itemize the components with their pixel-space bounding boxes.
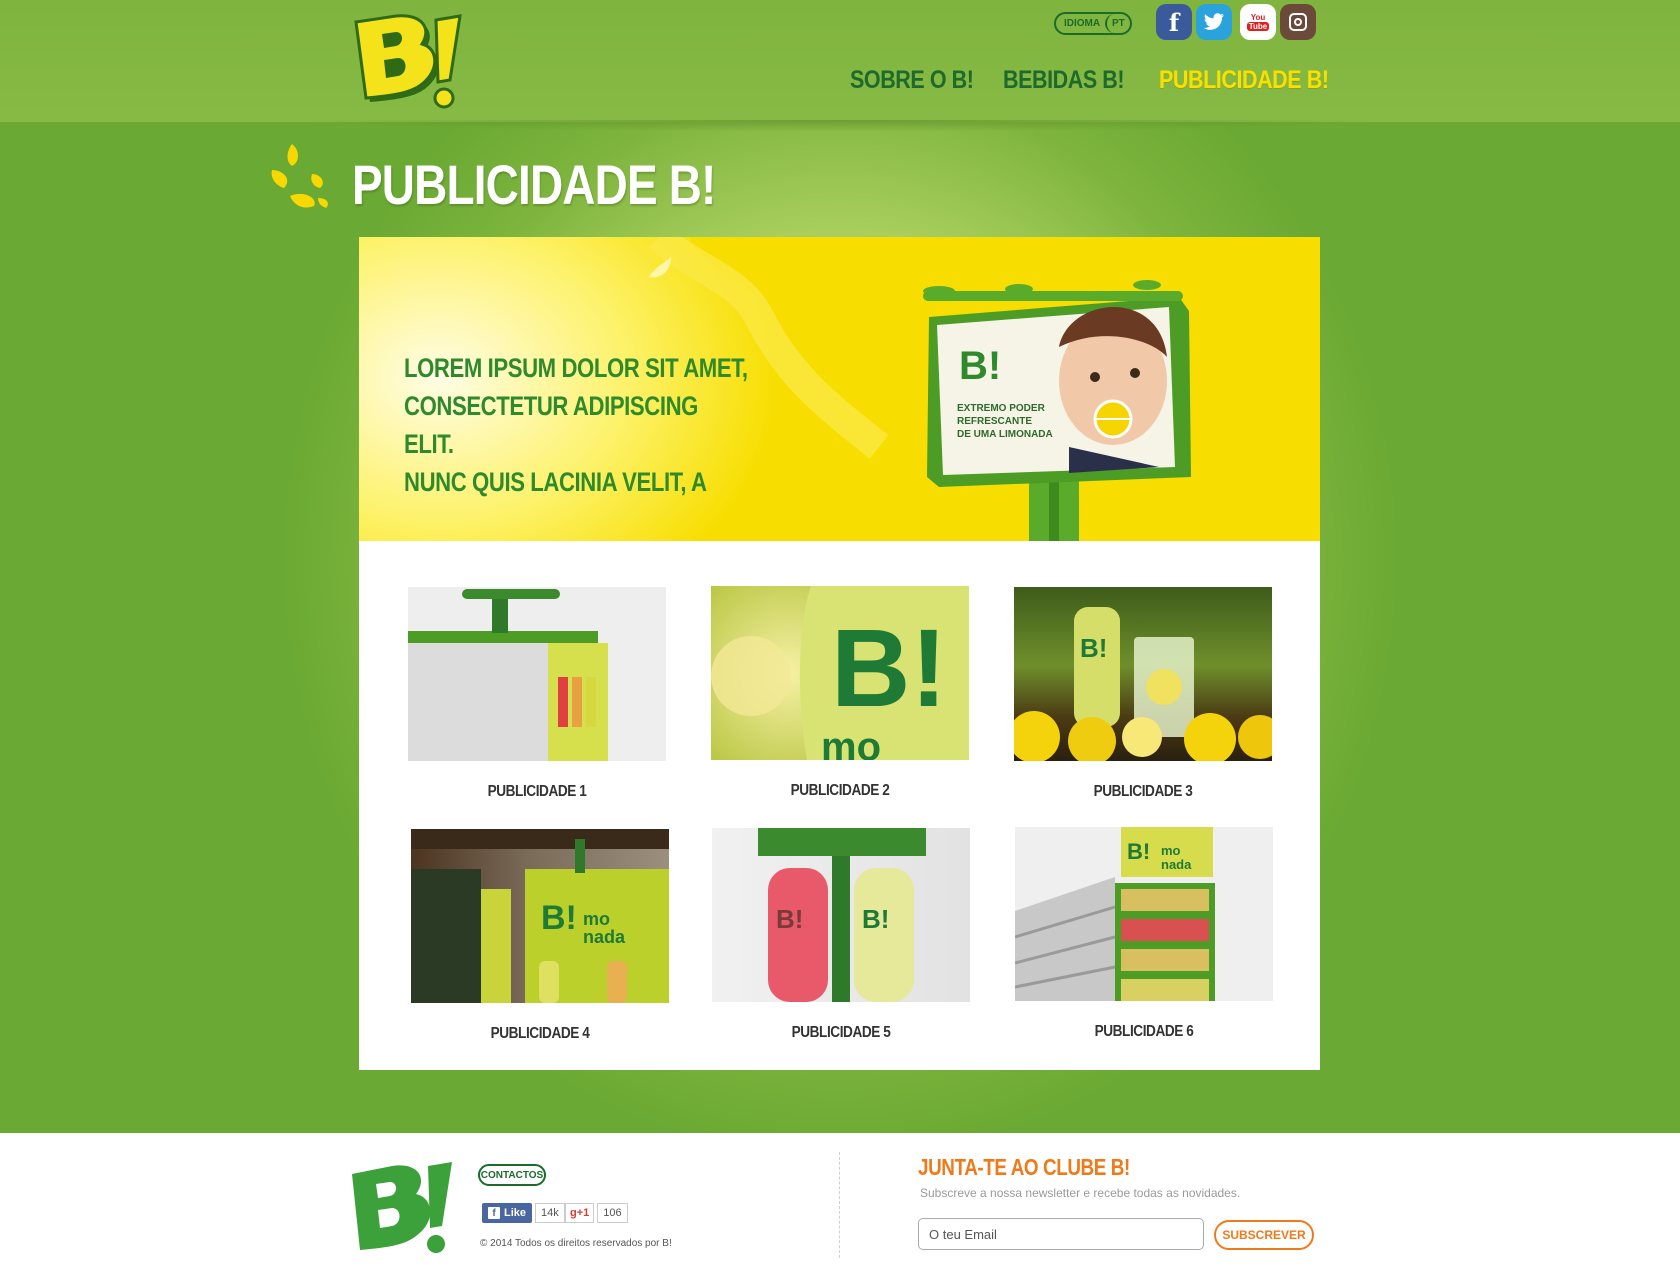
billboard-illustration: B! EXTREMO PODER REFRESCANTE DE UMA LIMO… [923, 280, 1191, 541]
banner-headline: LOREM IPSUM DOLOR SIT AMET, CONSECTETUR … [404, 349, 748, 501]
footer [0, 1133, 1680, 1271]
google-plus-widget[interactable]: g +1 106 [565, 1203, 628, 1223]
header-shadow [300, 120, 1380, 132]
instagram-camera [1289, 13, 1307, 31]
hero-banner: LOREM IPSUM DOLOR SIT AMET, CONSECTETUR … [359, 237, 1320, 541]
svg-text:B!: B! [862, 904, 889, 934]
footer-divider [839, 1152, 840, 1258]
gallery-thumb-6[interactable]: B! mo nada [1015, 827, 1273, 1001]
language-selector[interactable]: IDIOMA PT [1054, 12, 1132, 35]
gallery-item-3[interactable]: B! PUBLICIDADE 3 [1014, 587, 1272, 801]
gallery-thumb-1[interactable] [408, 587, 666, 761]
facebook-glyph: f [1168, 7, 1180, 37]
billboard-text-1: EXTREMO PODER [957, 403, 1046, 414]
billboard-text-2: REFRESCANTE [957, 416, 1032, 427]
nav-sobre[interactable]: SOBRE O B! [850, 66, 974, 95]
contacts-button[interactable]: CONTACTOS [478, 1164, 546, 1186]
bottles-dispenser-image: B! B! [758, 828, 926, 1002]
youtube-glyph-top: You [1250, 13, 1266, 22]
facebook-like-button[interactable]: f Like [482, 1203, 533, 1223]
gallery-thumb-2[interactable]: B! mo [711, 586, 969, 760]
youtube-icon[interactable]: You Tube [1240, 4, 1276, 40]
facebook-like-label: Like [504, 1207, 527, 1219]
gallery-item-4[interactable]: B! mo nada PUBLICIDADE 4 [411, 829, 669, 1043]
lemonade-image: B! [1014, 607, 1272, 761]
svg-text:mo: mo [583, 909, 610, 929]
gallery-label-2[interactable]: PUBLICIDADE 2 [730, 782, 949, 800]
svg-text:nada: nada [583, 927, 626, 947]
page-title: PUBLICIDADE B! [352, 153, 716, 216]
gallery-item-2[interactable]: B! mo PUBLICIDADE 2 [711, 586, 969, 800]
google-plus-button[interactable]: g +1 [565, 1203, 595, 1223]
svg-text:B!: B! [541, 899, 577, 937]
gallery-label-3[interactable]: PUBLICIDADE 3 [1033, 783, 1252, 801]
youtube-glyph-bottom: Tube [1246, 22, 1270, 31]
billboard-logo: B! [959, 344, 1001, 388]
subscribe-button[interactable]: SUBSCREVER [1214, 1220, 1314, 1250]
header-bar [0, 0, 1680, 122]
bottle-closeup-image: B! mo [711, 586, 969, 760]
banner-line-1: LOREM IPSUM DOLOR SIT AMET, [404, 353, 748, 383]
copyright-text: © 2014 Todos os direitos reservados por … [480, 1238, 672, 1249]
gallery-label-1[interactable]: PUBLICIDADE 1 [427, 783, 646, 801]
billboard-text-3: DE UMA LIMONADA [957, 429, 1053, 440]
banner-line-3: NUNC QUIS LACINIA VELIT, A [404, 467, 707, 497]
google-plus-count: 106 [597, 1203, 628, 1223]
gallery-thumb-3[interactable]: B! [1014, 587, 1272, 761]
gallery-thumb-4[interactable]: B! mo nada [411, 829, 669, 1003]
gallery-label-5[interactable]: PUBLICIDADE 5 [731, 1024, 950, 1042]
google-plus-g-icon: g [570, 1207, 577, 1219]
svg-text:B!: B! [1127, 839, 1150, 864]
banner-line-2: CONSECTETUR ADIPISCING ELIT. [404, 391, 698, 459]
store-front-image: B! mo nada [411, 829, 669, 1003]
facebook-like-count: 14k [535, 1203, 565, 1223]
gallery: PUBLICIDADE 1 B! mo PUBLICIDADE 2 B! PUB… [359, 541, 1320, 1070]
brand-logo[interactable] [352, 12, 470, 112]
google-plus-label: +1 [576, 1207, 590, 1219]
shelf-display-image: B! mo nada [1015, 827, 1215, 1001]
nav-bebidas[interactable]: BEBIDAS B! [1003, 66, 1125, 95]
language-label: IDIOMA [1064, 18, 1101, 29]
facebook-small-icon: f [488, 1207, 500, 1219]
gallery-label-4[interactable]: PUBLICIDADE 4 [430, 1025, 649, 1043]
gallery-item-6[interactable]: B! mo nada PUBLICIDADE 6 [1015, 827, 1273, 1041]
nav-publicidade[interactable]: PUBLICIDADE B! [1159, 66, 1329, 95]
facebook-like-widget[interactable]: f Like 14k [482, 1203, 565, 1223]
twitter-bird [1203, 13, 1224, 30]
gallery-item-1[interactable]: PUBLICIDADE 1 [408, 587, 666, 801]
footer-brand-logo[interactable] [348, 1160, 458, 1258]
instagram-icon[interactable] [1280, 4, 1316, 40]
gallery-item-5[interactable]: B! B! PUBLICIDADE 5 [712, 828, 970, 1042]
svg-text:nada: nada [1161, 857, 1192, 872]
svg-text:mo: mo [1161, 843, 1181, 858]
svg-text:mo: mo [821, 725, 881, 760]
club-title: JUNTA-TE AO CLUBE B! [918, 1154, 1130, 1180]
club-subtitle: Subscreve a nossa newsletter e recebe to… [920, 1186, 1241, 1200]
svg-text:B!: B! [831, 607, 947, 730]
gallery-thumb-5[interactable]: B! B! [712, 828, 970, 1002]
cooler-image [408, 589, 608, 761]
twitter-icon[interactable] [1196, 4, 1232, 40]
facebook-icon[interactable]: f [1156, 4, 1192, 40]
svg-text:B!: B! [1080, 633, 1107, 663]
gallery-label-6[interactable]: PUBLICIDADE 6 [1034, 1023, 1253, 1041]
juice-splash-icon [271, 144, 328, 208]
language-value[interactable]: PT [1104, 14, 1130, 33]
svg-text:B!: B! [776, 904, 803, 934]
email-field[interactable] [918, 1218, 1204, 1250]
